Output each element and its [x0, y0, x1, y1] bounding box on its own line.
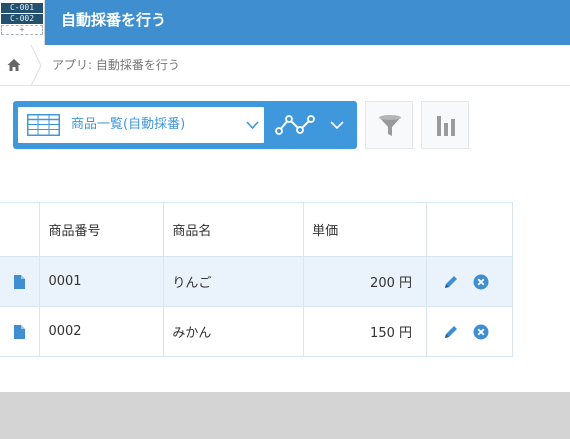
column-header-name[interactable]: 商品名 — [163, 202, 305, 257]
app-icon[interactable]: C-001 C-002 + — [0, 0, 45, 45]
cell-price: 150 円 — [303, 306, 427, 357]
row-action-cell — [426, 256, 513, 307]
record-link-cell — [0, 256, 41, 307]
cell-code: 0002 — [39, 306, 165, 357]
column-header-code[interactable]: 商品番号 — [39, 202, 165, 257]
app-icon-line-2: C-002 — [1, 14, 43, 24]
header-action-cell — [426, 202, 513, 257]
edit-pencil-icon[interactable] — [443, 324, 459, 340]
app-icon-line-3: + — [1, 25, 43, 35]
app-icon-line-1: C-001 — [1, 3, 43, 13]
record-table: 商品番号 商品名 単価 0001 りんご 200 円 0002 みかん 150 … — [0, 202, 513, 357]
graph-chevron-down-icon[interactable] — [330, 120, 344, 130]
footer-band — [0, 392, 570, 439]
breadcrumb: アプリ: 自動採番を行う — [0, 45, 570, 86]
record-document-icon[interactable] — [14, 324, 26, 339]
table-icon — [27, 114, 60, 136]
app-title: 自動採番を行う — [61, 11, 167, 29]
app-header: C-001 C-002 + 自動採番を行う — [0, 0, 570, 45]
filter-button[interactable] — [365, 101, 413, 149]
view-name: 商品一覧(自動採番) — [71, 117, 186, 132]
bar-chart-icon — [437, 116, 455, 136]
table-row: 0002 みかん 150 円 — [0, 306, 513, 357]
delete-circle-icon[interactable] — [473, 274, 489, 290]
breadcrumb-separator — [30, 45, 42, 86]
filter-icon — [379, 115, 401, 136]
edit-pencil-icon[interactable] — [443, 274, 459, 290]
breadcrumb-app-link[interactable]: アプリ: 自動採番を行う — [52, 45, 180, 85]
chevron-down-icon — [246, 121, 259, 130]
row-action-cell — [426, 306, 513, 357]
line-graph-icon[interactable] — [275, 111, 315, 139]
cell-price: 200 円 — [303, 256, 427, 307]
cell-code: 0001 — [39, 256, 165, 307]
cell-name: みかん — [163, 306, 305, 357]
table-row: 0001 りんご 200 円 — [0, 256, 513, 307]
header-icon-cell — [0, 202, 41, 257]
home-icon[interactable] — [6, 57, 22, 73]
cell-name: りんご — [163, 256, 305, 307]
view-selector-group: 商品一覧(自動採番) — [13, 101, 357, 149]
column-header-price[interactable]: 単価 — [303, 202, 427, 257]
graph-button[interactable] — [421, 101, 469, 149]
record-link-cell — [0, 306, 41, 357]
table-header-row: 商品番号 商品名 単価 — [0, 202, 513, 257]
view-select[interactable]: 商品一覧(自動採番) — [18, 107, 264, 143]
delete-circle-icon[interactable] — [473, 324, 489, 340]
record-document-icon[interactable] — [14, 274, 26, 289]
